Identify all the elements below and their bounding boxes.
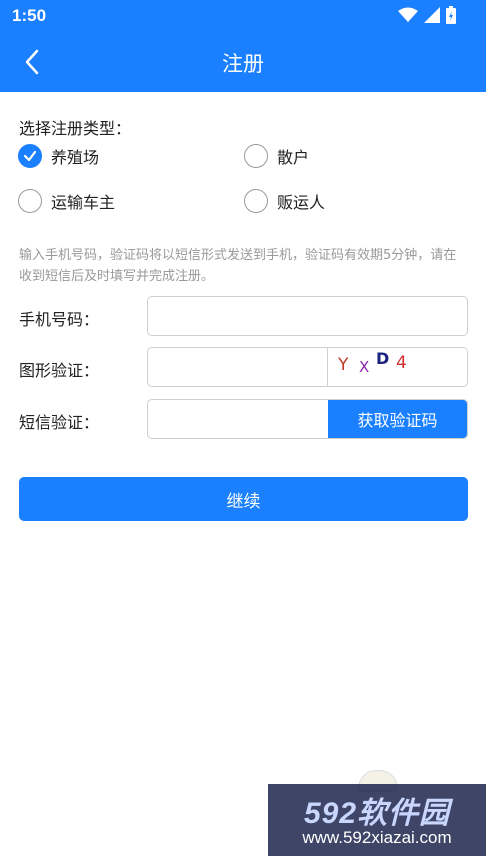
radio-label: 运输车主 (51, 193, 116, 212)
register-type-label: 选择注册类型： (19, 119, 132, 138)
wifi-icon (398, 7, 418, 22)
radio-option-transport-owner[interactable]: 运输车主 (18, 189, 115, 213)
page-title: 注册 (222, 52, 264, 76)
phone-label: 手机号码： (19, 310, 100, 329)
radio-label: 散户 (277, 148, 310, 167)
radio-option-individual[interactable]: 散户 (244, 144, 309, 168)
watermark-logo: 592软件园 www.592xiazai.com (268, 784, 486, 856)
phone-input[interactable] (148, 297, 467, 335)
signal-icon (424, 7, 440, 23)
sms-label: 短信验证： (19, 413, 100, 432)
sms-field: 获取验证码 (147, 399, 468, 439)
captcha-image[interactable]: Y X D 4 (327, 348, 467, 386)
radio-option-farm[interactable]: 养殖场 (18, 144, 99, 168)
captcha-char: D (376, 349, 389, 368)
captcha-char: Y (337, 355, 349, 375)
status-time: 1:50 (12, 6, 47, 25)
status-bar: 1:50 (0, 0, 486, 32)
captcha-char: X (359, 358, 369, 376)
battery-icon (446, 6, 456, 24)
app-bar: 注册 (0, 32, 486, 92)
radio-checked-icon (18, 144, 42, 168)
sms-input[interactable] (148, 400, 328, 438)
radio-unchecked-icon (244, 189, 268, 213)
captcha-label: 图形验证： (19, 361, 100, 380)
watermark-url: www.592xiazai.com (302, 828, 452, 847)
radio-option-trader[interactable]: 贩运人 (244, 189, 325, 213)
captcha-input[interactable] (148, 348, 328, 386)
radio-label: 养殖场 (51, 148, 100, 167)
radio-unchecked-icon (244, 144, 268, 168)
watermark-main: 592软件园 (303, 797, 451, 830)
captcha-char: 4 (396, 353, 407, 373)
hint-text: 输入手机号码，验证码将以短信形式发送到手机，验证码有效期5分钟，请在收到短信后及… (19, 248, 457, 284)
radio-label: 贩运人 (277, 193, 326, 212)
captcha-field: Y X D 4 (147, 347, 468, 387)
status-icons (398, 6, 456, 24)
continue-button[interactable]: 继续 (19, 477, 468, 521)
get-code-button[interactable]: 获取验证码 (328, 400, 467, 438)
phone-field (147, 296, 468, 336)
radio-unchecked-icon (18, 189, 42, 213)
